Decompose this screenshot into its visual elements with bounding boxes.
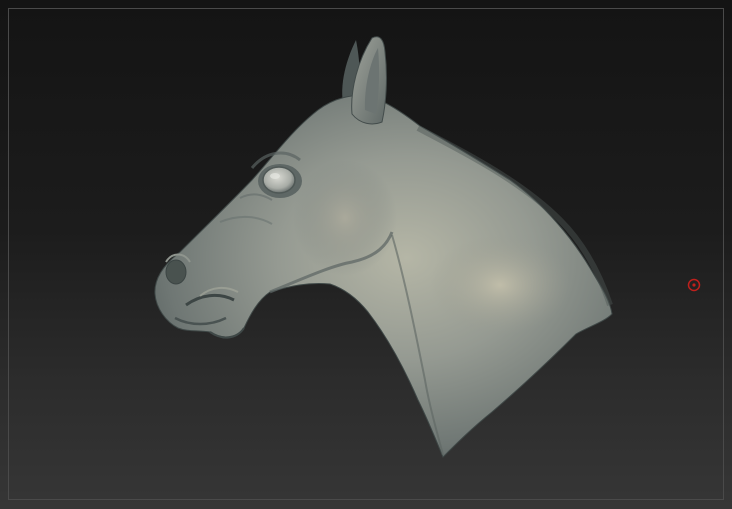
circle-cursor-icon [687,278,701,292]
sculpt-viewport[interactable] [0,0,732,509]
horse-head-model[interactable] [0,0,732,509]
cheek-highlight [293,160,397,276]
nostril-icon [165,259,187,285]
neck-highlight [430,235,570,335]
eye-icon [262,166,296,194]
